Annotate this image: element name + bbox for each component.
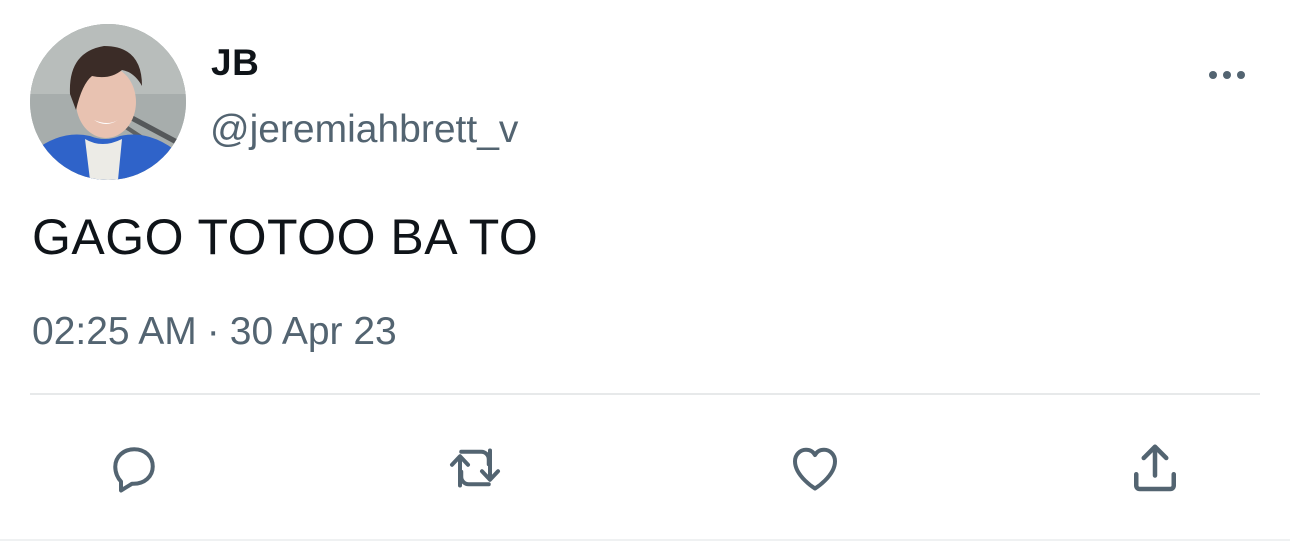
retweet-button[interactable] <box>443 436 507 500</box>
reply-icon <box>113 447 155 493</box>
avatar-image <box>30 24 186 180</box>
tweet-date: 30 Apr 23 <box>229 310 397 353</box>
tweet-card: JB @jeremiahbrett_v GAGO TOTOO BA TO 02:… <box>0 0 1290 558</box>
bottom-divider <box>0 539 1290 541</box>
more-options-button[interactable] <box>1202 58 1252 92</box>
timestamp-separator: · <box>206 310 220 353</box>
timestamp[interactable]: 02:25 AM · 30 Apr 23 <box>32 310 397 354</box>
divider <box>30 393 1260 395</box>
heart-icon <box>793 447 837 491</box>
tweet-text: GAGO TOTOO BA TO <box>32 209 539 265</box>
more-icon <box>1209 71 1245 79</box>
avatar[interactable] <box>30 24 186 180</box>
reply-button[interactable] <box>102 436 166 500</box>
share-icon <box>1134 444 1176 492</box>
user-handle[interactable]: @jeremiahbrett_v <box>210 108 518 152</box>
display-name[interactable]: JB <box>211 42 259 84</box>
retweet-icon <box>450 448 500 488</box>
tweet-time: 02:25 AM <box>32 310 197 353</box>
share-button[interactable] <box>1123 436 1187 500</box>
like-button[interactable] <box>783 436 847 500</box>
